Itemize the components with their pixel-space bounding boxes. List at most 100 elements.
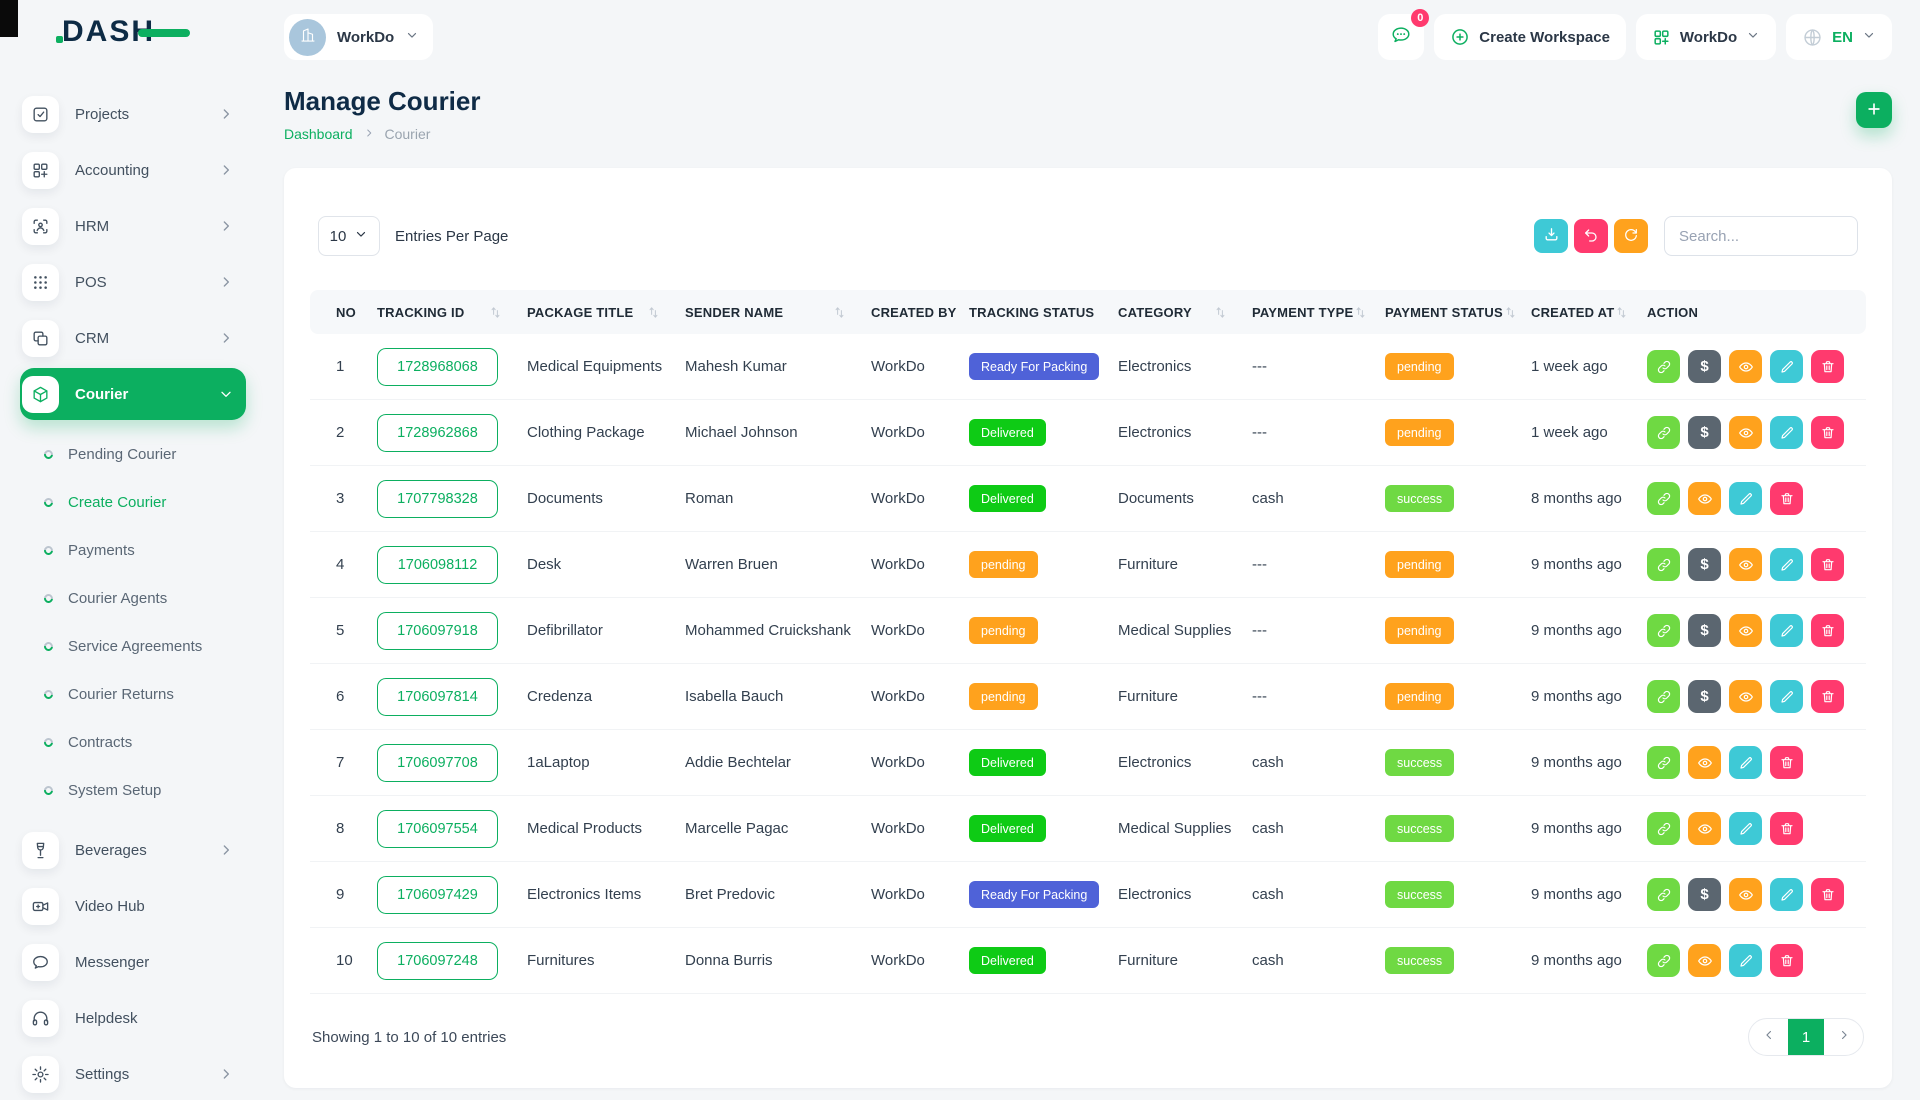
view-action-button[interactable]	[1729, 614, 1762, 647]
sort-icon[interactable]	[646, 305, 661, 320]
column-header-package-title[interactable]: PACKAGE TITLE	[527, 305, 685, 320]
link-action-button[interactable]	[1647, 482, 1680, 515]
money-action-button[interactable]: $	[1688, 680, 1721, 713]
sidebar-item-courier[interactable]: Courier	[20, 368, 246, 420]
sidebar-subitem-courier-returns[interactable]: Courier Returns	[0, 670, 260, 718]
sidebar-item-helpdesk[interactable]: Helpdesk	[20, 992, 246, 1044]
sidebar-subitem-system-setup[interactable]: System Setup	[0, 766, 260, 814]
edit-action-button[interactable]	[1770, 548, 1803, 581]
entries-per-page-select[interactable]: 10	[318, 216, 380, 256]
view-action-button[interactable]	[1729, 548, 1762, 581]
tracking-id-button[interactable]: 1706097429	[377, 876, 498, 914]
column-header-payment-type[interactable]: PAYMENT TYPE	[1252, 305, 1385, 320]
link-action-button[interactable]	[1647, 812, 1680, 845]
delete-action-button[interactable]	[1811, 680, 1844, 713]
edit-action-button[interactable]	[1729, 482, 1762, 515]
sidebar-item-crm[interactable]: CRM	[20, 312, 246, 364]
sidebar-item-hrm[interactable]: HRM	[20, 200, 246, 252]
link-action-button[interactable]	[1647, 350, 1680, 383]
delete-action-button[interactable]	[1770, 746, 1803, 779]
edit-action-button[interactable]	[1770, 350, 1803, 383]
edit-action-button[interactable]	[1729, 812, 1762, 845]
column-header-category[interactable]: CATEGORY	[1118, 305, 1252, 320]
link-action-button[interactable]	[1647, 680, 1680, 713]
sidebar-subitem-pending-courier[interactable]: Pending Courier	[0, 430, 260, 478]
sidebar-item-video-hub[interactable]: Video Hub	[20, 880, 246, 932]
delete-action-button[interactable]	[1770, 944, 1803, 977]
view-action-button[interactable]	[1688, 746, 1721, 779]
sort-icon[interactable]	[1503, 305, 1518, 320]
reset-button[interactable]	[1574, 219, 1608, 253]
view-action-button[interactable]	[1688, 482, 1721, 515]
sort-icon[interactable]	[832, 305, 847, 320]
link-action-button[interactable]	[1647, 548, 1680, 581]
money-action-button[interactable]: $	[1688, 614, 1721, 647]
edit-action-button[interactable]	[1770, 614, 1803, 647]
add-courier-button[interactable]	[1856, 92, 1892, 128]
link-action-button[interactable]	[1647, 416, 1680, 449]
language-selector[interactable]: EN	[1786, 14, 1892, 60]
tracking-id-button[interactable]: 1706097248	[377, 942, 498, 980]
view-action-button[interactable]	[1688, 812, 1721, 845]
sort-icon[interactable]	[1213, 305, 1228, 320]
sidebar-subitem-courier-agents[interactable]: Courier Agents	[0, 574, 260, 622]
create-workspace-button[interactable]: Create Workspace	[1434, 14, 1626, 60]
sidebar-item-accounting[interactable]: Accounting	[20, 144, 246, 196]
delete-action-button[interactable]	[1811, 350, 1844, 383]
delete-action-button[interactable]	[1770, 482, 1803, 515]
tracking-id-button[interactable]: 1706097554	[377, 810, 498, 848]
messages-button[interactable]: 0	[1378, 14, 1424, 60]
tracking-id-button[interactable]: 1728968068	[377, 348, 498, 386]
tracking-id-button[interactable]: 1706097814	[377, 678, 498, 716]
search-input[interactable]	[1664, 216, 1858, 256]
column-header-created-at[interactable]: CREATED AT	[1531, 305, 1647, 320]
edit-action-button[interactable]	[1729, 746, 1762, 779]
delete-action-button[interactable]	[1811, 878, 1844, 911]
sidebar-item-projects[interactable]: Projects	[20, 88, 246, 140]
delete-action-button[interactable]	[1811, 548, 1844, 581]
sidebar-item-pos[interactable]: POS	[20, 256, 246, 308]
column-header-payment-status[interactable]: PAYMENT STATUS	[1385, 305, 1531, 320]
edit-action-button[interactable]	[1770, 878, 1803, 911]
workdo-app-menu-button[interactable]: WorkDo	[1636, 14, 1776, 60]
sidebar-item-settings[interactable]: Settings	[20, 1048, 246, 1100]
link-action-button[interactable]	[1647, 614, 1680, 647]
sidebar-item-messenger[interactable]: Messenger	[20, 936, 246, 988]
money-action-button[interactable]: $	[1688, 350, 1721, 383]
pagination-page-button[interactable]: 1	[1788, 1018, 1824, 1056]
money-action-button[interactable]: $	[1688, 878, 1721, 911]
sidebar-item-beverages[interactable]: Beverages	[20, 824, 246, 876]
sidebar-subitem-create-courier[interactable]: Create Courier	[0, 478, 260, 526]
view-action-button[interactable]	[1729, 680, 1762, 713]
pagination-prev-button[interactable]	[1749, 1018, 1788, 1056]
delete-action-button[interactable]	[1811, 614, 1844, 647]
edit-action-button[interactable]	[1770, 416, 1803, 449]
workspace-switcher[interactable]: WorkDo	[284, 14, 433, 60]
sidebar-subitem-payments[interactable]: Payments	[0, 526, 260, 574]
view-action-button[interactable]	[1688, 944, 1721, 977]
view-action-button[interactable]	[1729, 416, 1762, 449]
tracking-id-button[interactable]: 1706097918	[377, 612, 498, 650]
delete-action-button[interactable]	[1811, 416, 1844, 449]
sort-icon[interactable]	[1353, 305, 1368, 320]
money-action-button[interactable]: $	[1688, 548, 1721, 581]
delete-action-button[interactable]	[1770, 812, 1803, 845]
column-header-tracking-id[interactable]: TRACKING ID	[377, 305, 527, 320]
breadcrumb-dashboard-link[interactable]: Dashboard	[284, 126, 353, 142]
export-button[interactable]	[1534, 219, 1568, 253]
edit-action-button[interactable]	[1770, 680, 1803, 713]
sort-icon[interactable]	[1614, 305, 1629, 320]
view-action-button[interactable]	[1729, 350, 1762, 383]
link-action-button[interactable]	[1647, 878, 1680, 911]
sidebar-subitem-service-agreements[interactable]: Service Agreements	[0, 622, 260, 670]
tracking-id-button[interactable]: 1706098112	[377, 546, 498, 584]
tracking-id-button[interactable]: 1706097708	[377, 744, 498, 782]
column-header-sender-name[interactable]: SENDER NAME	[685, 305, 871, 320]
view-action-button[interactable]	[1729, 878, 1762, 911]
reload-button[interactable]	[1614, 219, 1648, 253]
tracking-id-button[interactable]: 1707798328	[377, 480, 498, 518]
edit-action-button[interactable]	[1729, 944, 1762, 977]
app-logo[interactable]: DASH	[0, 0, 260, 64]
link-action-button[interactable]	[1647, 746, 1680, 779]
link-action-button[interactable]	[1647, 944, 1680, 977]
